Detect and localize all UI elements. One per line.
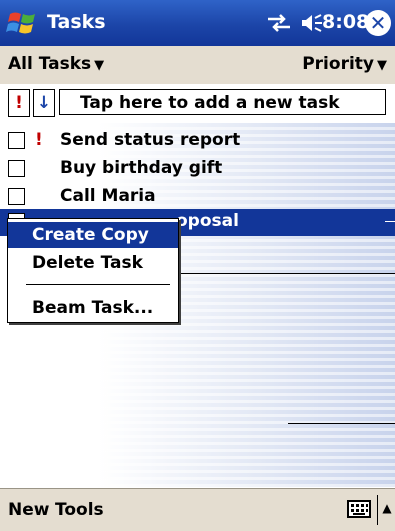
task-checkbox[interactable]	[8, 160, 25, 177]
tools-menu-button[interactable]: Tools	[55, 500, 104, 520]
task-row[interactable]: Call Maria	[0, 184, 395, 211]
entry-bar: ! ↓ Tap here to add a new task	[0, 84, 395, 123]
task-row[interactable]: ! Send status report	[0, 128, 395, 155]
divider	[385, 221, 395, 222]
bottom-menu-bar: New Tools ▲	[0, 488, 395, 531]
clock[interactable]: 8:08	[322, 11, 369, 33]
menu-item-create-copy[interactable]: Create Copy	[8, 222, 178, 248]
task-checkbox[interactable]	[8, 188, 25, 205]
menu-item-beam-task[interactable]: Beam Task...	[8, 295, 178, 321]
connectivity-icon[interactable]	[266, 13, 292, 33]
priority-icon: !	[35, 130, 43, 150]
task-label: Buy birthday gift	[60, 158, 223, 178]
task-checkbox[interactable]	[8, 132, 25, 149]
divider	[288, 423, 395, 424]
input-panel-arrow-icon[interactable]: ▲	[377, 495, 395, 525]
context-menu: Create Copy Delete Task Beam Task...	[7, 218, 179, 323]
task-label: Send status report	[60, 130, 241, 150]
menu-separator	[26, 284, 170, 285]
menu-item-delete-task[interactable]: Delete Task	[8, 250, 178, 276]
keyboard-icon[interactable]	[347, 500, 371, 518]
category-filter-dropdown[interactable]: All Tasks ▼	[8, 54, 104, 74]
chevron-down-icon: ▼	[377, 58, 387, 73]
task-label: Call Maria	[60, 186, 156, 206]
sort-dropdown[interactable]: Priority ▼	[302, 54, 387, 74]
volume-icon[interactable]	[300, 12, 324, 34]
title-bar: Tasks 8:08 ✕	[0, 0, 395, 46]
task-row[interactable]: Buy birthday gift	[0, 156, 395, 183]
category-filter-label: All Tasks	[8, 54, 92, 74]
new-task-input[interactable]: Tap here to add a new task	[59, 89, 386, 115]
chevron-down-icon: ▼	[94, 58, 105, 73]
filter-bar: All Tasks ▼ Priority ▼	[0, 46, 395, 84]
close-icon[interactable]: ✕	[365, 10, 391, 36]
low-priority-button[interactable]: ↓	[33, 89, 55, 117]
app-title: Tasks	[47, 11, 106, 33]
high-priority-button[interactable]: !	[8, 89, 30, 117]
windows-logo-icon[interactable]	[6, 8, 40, 38]
new-menu-button[interactable]: New	[8, 500, 49, 520]
divider	[150, 273, 395, 274]
sort-label: Priority	[302, 54, 374, 74]
task-label: oposal	[176, 211, 239, 231]
